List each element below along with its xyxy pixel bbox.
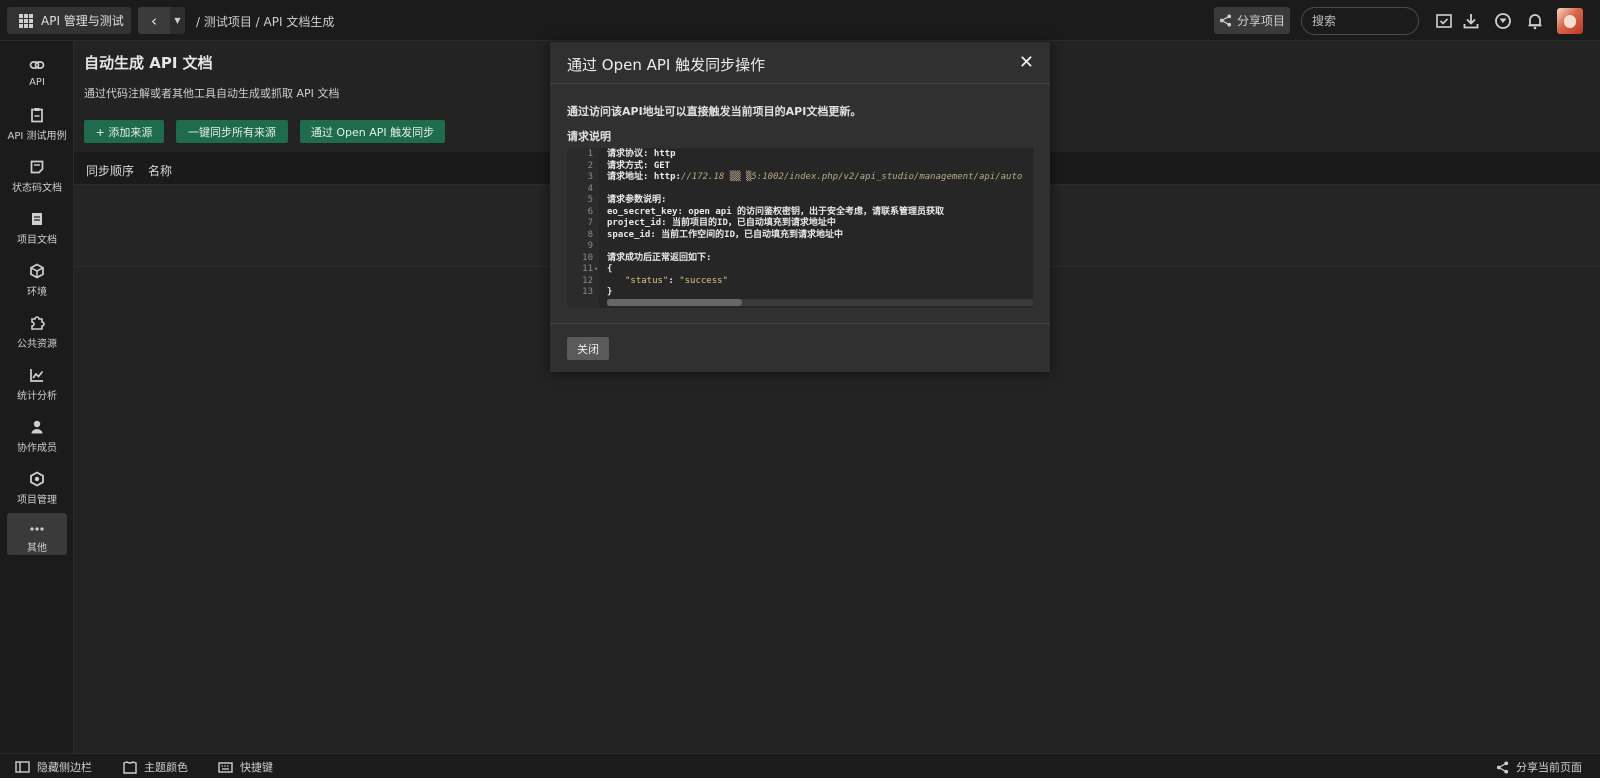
modal-footer: 关闭 [550, 323, 1050, 372]
hide-sidebar-label: 隐藏侧边栏 [37, 761, 92, 774]
calendar-check-icon[interactable] [1435, 12, 1453, 30]
share-icon [1219, 14, 1232, 27]
download-icon[interactable] [1462, 12, 1480, 30]
chart-icon [30, 369, 44, 382]
sidebar-item-project-management[interactable]: 项目管理 [0, 471, 74, 506]
hide-sidebar-button[interactable]: 隐藏侧边栏 [15, 759, 92, 775]
sidebar-item-label: 项目管理 [17, 495, 57, 506]
chevron-left-icon: ‹ [151, 11, 157, 30]
note-icon [30, 160, 44, 174]
fold-arrow-icon[interactable]: ▾ [594, 263, 598, 275]
share-page-label: 分享当前页面 [1516, 761, 1582, 774]
theme-color-button[interactable]: 主题颜色 [123, 759, 188, 775]
sidebar-item-status-codes[interactable]: 状态码文档 [0, 159, 74, 194]
bottom-bar: 隐藏侧边栏 主题颜色 快捷键 分享当前页面 [0, 753, 1600, 778]
modal-intro-text: 通过访问该API地址可以直接触发当前项目的API文档更新。 [567, 105, 862, 118]
page-title: 自动生成 API 文档 [84, 54, 213, 72]
open-api-sync-button[interactable]: 通过 Open API 触发同步 [300, 120, 445, 143]
sidebar-item-label: 其他 [27, 543, 47, 554]
sidebar-item-api-test-cases[interactable]: API 测试用例 [0, 107, 74, 142]
sidebar-item-label: API [29, 77, 45, 88]
sidebar-item-label: API 测试用例 [7, 131, 67, 142]
shirt-icon [123, 760, 137, 774]
sidebar-item-label: 协作成员 [17, 443, 57, 454]
modal-subtitle: 请求说明 [567, 130, 611, 143]
share-project-label: 分享项目 [1236, 14, 1285, 28]
open-api-sync-modal: 通过 Open API 触发同步操作 ✕ 通过访问该API地址可以直接触发当前项… [550, 42, 1050, 372]
column-name[interactable]: 名称 [148, 162, 172, 179]
puzzle-icon [31, 316, 45, 330]
sidebar-item-label: 项目文档 [17, 235, 57, 246]
avatar[interactable] [1557, 8, 1583, 34]
sidebar-toggle-icon [15, 761, 30, 773]
bell-icon[interactable] [1526, 12, 1544, 30]
horizontal-scrollbar[interactable] [607, 299, 1033, 306]
sidebar-item-project-docs[interactable]: 项目文档 [0, 211, 74, 246]
breadcrumb: / 测试项目 / API 文档生成 [196, 15, 335, 29]
history-dropdown-button[interactable]: ▼ [170, 7, 185, 34]
column-sync-order[interactable]: 同步顺序 [86, 162, 134, 179]
sidebar-item-api[interactable]: API [0, 57, 74, 88]
scrollbar-thumb[interactable] [607, 299, 742, 306]
filter-circle-icon[interactable] [1494, 12, 1512, 30]
sync-all-sources-button[interactable]: 一键同步所有来源 [176, 120, 288, 143]
cube-icon [30, 263, 44, 279]
link-icon [29, 61, 45, 69]
sidebar-item-environment[interactable]: 环境 [0, 263, 74, 298]
shortcuts-label: 快捷键 [240, 761, 273, 774]
modal-title: 通过 Open API 触发同步操作 [567, 56, 766, 74]
clipboard-icon [31, 108, 43, 123]
shortcuts-button[interactable]: 快捷键 [218, 759, 273, 775]
code-editor[interactable]: 1 请求协议: http 2 请求方式: GET 3 请求地址: http://172… [567, 148, 1033, 308]
close-button[interactable]: 关闭 [567, 337, 609, 360]
more-icon [30, 527, 44, 531]
close-icon[interactable]: ✕ [1019, 52, 1034, 73]
theme-color-label: 主题颜色 [144, 761, 188, 774]
sidebar-item-label: 公共资源 [17, 339, 57, 350]
sidebar-item-label: 统计分析 [17, 391, 57, 402]
share-page-button[interactable]: 分享当前页面 [1496, 759, 1582, 775]
gear-icon [30, 471, 44, 487]
sidebar: API API 测试用例 状态码文档 项目文档 环境 公共资源 统计分析 协作成… [0, 41, 74, 753]
user-icon [31, 420, 43, 434]
sidebar-item-public-resources[interactable]: 公共资源 [0, 315, 74, 350]
search-input[interactable] [1301, 7, 1419, 35]
share-icon [1496, 760, 1509, 774]
modal-header: 通过 Open API 触发同步操作 ✕ [550, 42, 1050, 84]
share-project-button[interactable]: 分享项目 [1214, 7, 1290, 34]
page-description: 通过代码注解或者其他工具自动生成或抓取 API 文档 [84, 87, 340, 100]
grid-icon [19, 13, 33, 28]
sidebar-item-label: 环境 [27, 287, 47, 298]
add-source-button[interactable]: + 添加来源 [84, 120, 164, 143]
top-bar: API 管理与测试 ‹ ▼ / 测试项目 / API 文档生成 分享项目 [0, 0, 1600, 41]
sidebar-item-label: 状态码文档 [12, 183, 62, 194]
keyboard-icon [218, 761, 233, 773]
sidebar-item-statistics[interactable]: 统计分析 [0, 367, 74, 402]
app-menu-button[interactable]: API 管理与测试 [7, 7, 131, 34]
caret-down-icon: ▼ [174, 16, 181, 25]
app-label: API 管理与测试 [41, 14, 124, 28]
sidebar-item-other[interactable]: 其他 [7, 513, 67, 555]
document-icon [32, 213, 42, 225]
sidebar-item-members[interactable]: 协作成员 [0, 419, 74, 454]
back-button[interactable]: ‹ [138, 7, 170, 34]
